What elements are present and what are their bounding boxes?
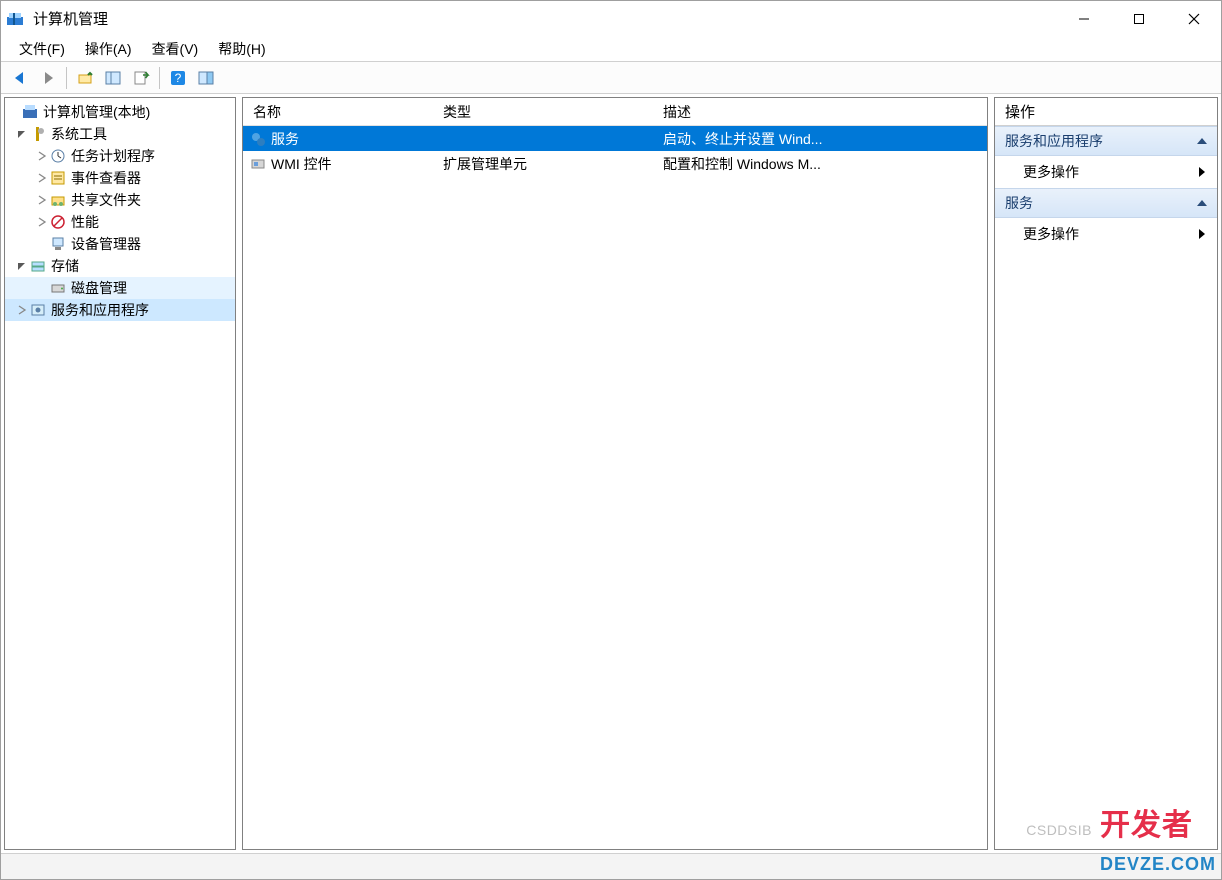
storage-icon — [29, 257, 47, 275]
shared-folders-icon — [49, 191, 67, 209]
show-hide-console-tree-button[interactable] — [100, 65, 126, 91]
services-icon — [249, 130, 267, 148]
tree-label: 服务和应用程序 — [51, 300, 149, 320]
menu-file[interactable]: 文件(F) — [9, 37, 75, 61]
submenu-arrow-icon — [1199, 229, 1205, 239]
row-name: WMI 控件 — [271, 154, 332, 174]
column-header-name[interactable]: 名称 — [243, 98, 433, 125]
collapse-icon — [1197, 200, 1207, 206]
tree-device-manager[interactable]: 设备管理器 — [5, 233, 235, 255]
row-type: 扩展管理单元 — [433, 152, 653, 176]
minimize-button[interactable] — [1056, 1, 1111, 36]
menu-action[interactable]: 操作(A) — [75, 37, 142, 61]
actions-item-more-actions[interactable]: 更多操作 — [995, 218, 1217, 250]
chevron-right-icon[interactable] — [15, 305, 29, 315]
actions-group-header-services[interactable]: 服务 — [995, 188, 1217, 218]
tree-performance[interactable]: 性能 — [5, 211, 235, 233]
computer-management-icon — [21, 103, 39, 121]
collapse-icon — [1197, 138, 1207, 144]
event-viewer-icon — [49, 169, 67, 187]
tree-label: 计算机管理(本地) — [43, 102, 150, 122]
row-desc: 配置和控制 Windows M... — [653, 152, 987, 176]
device-manager-icon — [49, 235, 67, 253]
chevron-right-icon[interactable] — [35, 151, 49, 161]
wmi-icon — [249, 155, 267, 173]
status-bar — [1, 853, 1221, 879]
up-button[interactable] — [72, 65, 98, 91]
scheduler-icon — [49, 147, 67, 165]
tree-event-viewer[interactable]: 事件查看器 — [5, 167, 235, 189]
submenu-arrow-icon — [1199, 167, 1205, 177]
tree-label: 任务计划程序 — [71, 146, 155, 166]
chevron-right-icon[interactable] — [35, 173, 49, 183]
close-button[interactable] — [1166, 1, 1221, 36]
tree-panel: 计算机管理(本地) 系统工具 任务计划程序 事件查看器 共享文件夹 — [4, 97, 236, 850]
column-header-type[interactable]: 类型 — [433, 98, 653, 125]
performance-icon — [49, 213, 67, 231]
help-button[interactable]: ? — [165, 65, 191, 91]
tree-label: 共享文件夹 — [71, 190, 141, 210]
tree-label: 性能 — [71, 212, 99, 232]
forward-button[interactable] — [35, 65, 61, 91]
window-title: 计算机管理 — [33, 8, 108, 29]
action-item-label: 更多操作 — [1023, 224, 1079, 244]
chevron-down-icon[interactable] — [15, 129, 29, 139]
menu-view[interactable]: 查看(V) — [142, 37, 209, 61]
actions-panel-title: 操作 — [995, 98, 1217, 126]
tree-label: 系统工具 — [51, 124, 107, 144]
tree-disk-management[interactable]: 磁盘管理 — [5, 277, 235, 299]
chevron-right-icon[interactable] — [35, 217, 49, 227]
list-panel: 名称 类型 描述 服务 启动、终止并设置 Wind... WMI 控件 扩展管理… — [242, 97, 988, 850]
tools-icon — [29, 125, 47, 143]
tree-storage[interactable]: 存储 — [5, 255, 235, 277]
group-header-label: 服务和应用程序 — [1005, 131, 1103, 151]
menubar: 文件(F) 操作(A) 查看(V) 帮助(H) — [1, 36, 1221, 61]
row-type — [433, 137, 653, 141]
back-button[interactable] — [7, 65, 33, 91]
toolbar-separator — [66, 67, 67, 89]
group-header-label: 服务 — [1005, 193, 1033, 213]
tree-label: 存储 — [51, 256, 79, 276]
tree-root[interactable]: 计算机管理(本地) — [5, 101, 235, 123]
svg-text:?: ? — [175, 71, 182, 85]
show-hide-action-pane-button[interactable] — [193, 65, 219, 91]
tree-label: 设备管理器 — [71, 234, 141, 254]
actions-panel: 操作 服务和应用程序 更多操作 服务 更多操作 — [994, 97, 1218, 850]
chevron-right-icon[interactable] — [35, 195, 49, 205]
app-window: 计算机管理 文件(F) 操作(A) 查看(V) 帮助(H) ? 计算机管理(本地… — [0, 0, 1222, 880]
tree-label: 事件查看器 — [71, 168, 141, 188]
main-area: 计算机管理(本地) 系统工具 任务计划程序 事件查看器 共享文件夹 — [1, 94, 1221, 853]
chevron-down-icon[interactable] — [15, 261, 29, 271]
list-row-services[interactable]: 服务 启动、终止并设置 Wind... — [243, 126, 987, 151]
column-header-desc[interactable]: 描述 — [653, 98, 987, 125]
list-header: 名称 类型 描述 — [243, 98, 987, 126]
menu-help[interactable]: 帮助(H) — [208, 37, 275, 61]
tree-services-apps[interactable]: 服务和应用程序 — [5, 299, 235, 321]
toolbar-separator — [159, 67, 160, 89]
row-name: 服务 — [271, 129, 299, 149]
disk-management-icon — [49, 279, 67, 297]
actions-item-more-actions[interactable]: 更多操作 — [995, 156, 1217, 188]
toolbar: ? — [1, 61, 1221, 94]
tree-task-scheduler[interactable]: 任务计划程序 — [5, 145, 235, 167]
tree-system-tools[interactable]: 系统工具 — [5, 123, 235, 145]
tree-label: 磁盘管理 — [71, 278, 127, 298]
services-apps-icon — [29, 301, 47, 319]
app-icon — [7, 11, 23, 27]
export-list-button[interactable] — [128, 65, 154, 91]
maximize-button[interactable] — [1111, 1, 1166, 36]
tree-shared-folders[interactable]: 共享文件夹 — [5, 189, 235, 211]
titlebar: 计算机管理 — [1, 1, 1221, 36]
row-desc: 启动、终止并设置 Wind... — [653, 127, 987, 151]
action-item-label: 更多操作 — [1023, 162, 1079, 182]
list-row-wmi[interactable]: WMI 控件 扩展管理单元 配置和控制 Windows M... — [243, 151, 987, 176]
actions-group-header-services-apps[interactable]: 服务和应用程序 — [995, 126, 1217, 156]
